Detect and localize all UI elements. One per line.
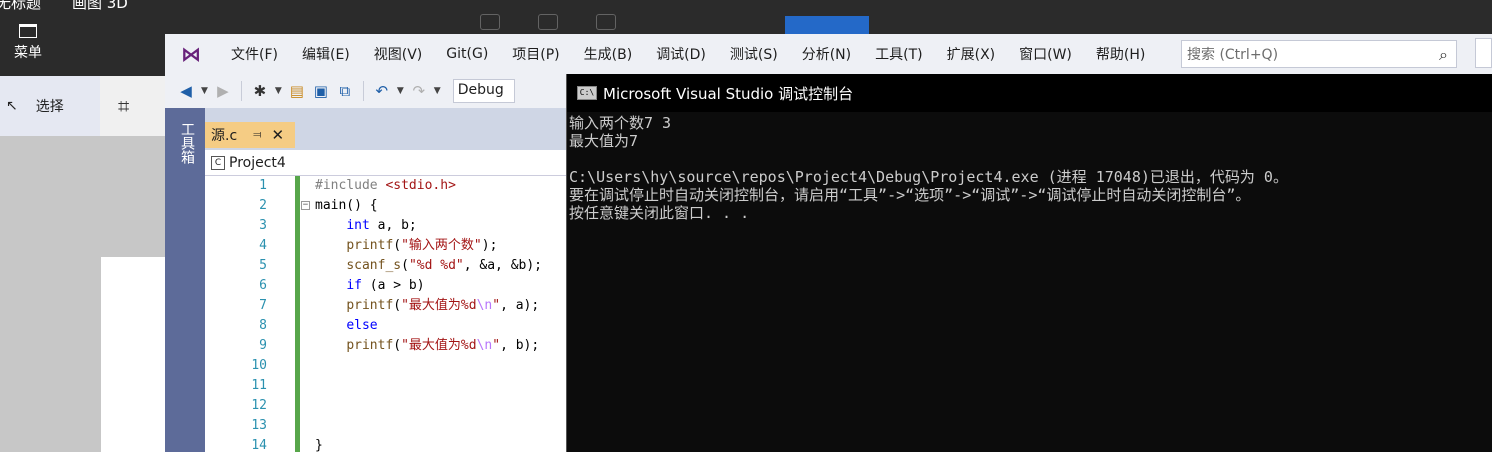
document-tab-strip: 源.c ⫤ ✕ bbox=[205, 120, 567, 148]
menu-tools[interactable]: 工具(T) bbox=[863, 44, 934, 64]
window-control[interactable] bbox=[1475, 38, 1492, 68]
forward-icon[interactable]: ▶ bbox=[214, 82, 232, 100]
code-line: 12 bbox=[251, 398, 267, 413]
select-label: 选择 bbox=[35, 99, 64, 115]
menu-build[interactable]: 生成(B) bbox=[572, 44, 645, 64]
paint-tab-app[interactable]: 画图 3D bbox=[72, 0, 128, 13]
toolbar-divider bbox=[362, 81, 364, 101]
stickers-icon[interactable] bbox=[596, 14, 616, 30]
menu-analyze[interactable]: 分析(N) bbox=[790, 44, 863, 64]
console-titlebar[interactable]: C:\ Microsoft Visual Studio 调试控制台 bbox=[567, 74, 1492, 112]
chevron-down-icon[interactable]: ▼ bbox=[397, 86, 404, 96]
code-line: 9 printf("最大值为%d\n", b); bbox=[259, 338, 540, 353]
vs-toolbar: ◀ ▼ ▶ ✱ ▼ ▤ ▣ ⧉ ↶ ▼ ↷ ▼ Debug bbox=[165, 74, 567, 108]
redo-icon[interactable]: ↷ bbox=[410, 82, 428, 100]
select-tool[interactable]: ↖ 选择 bbox=[0, 76, 100, 136]
menu-help[interactable]: 帮助(H) bbox=[1084, 44, 1157, 64]
console-line: C:\Users\hy\source\repos\Project4\Debug\… bbox=[569, 168, 1288, 186]
chevron-down-icon[interactable]: ▼ bbox=[201, 86, 208, 96]
console-line: 最大值为7 bbox=[569, 132, 639, 150]
collapse-icon[interactable]: − bbox=[301, 201, 310, 210]
console-line: 按任意键关闭此窗口. . . bbox=[569, 204, 750, 222]
search-placeholder: 搜索 (Ctrl+Q) bbox=[1187, 47, 1279, 63]
paint-tool-row: ↖ 选择 ⌗ bbox=[0, 76, 165, 136]
code-line: 10 bbox=[251, 358, 267, 373]
code-line: 8 else bbox=[259, 318, 378, 333]
search-icon: ⌕ bbox=[1439, 45, 1448, 64]
debug-console-window[interactable]: C:\ Microsoft Visual Studio 调试控制台 输入两个数7… bbox=[566, 74, 1492, 452]
menu-window[interactable]: 窗口(W) bbox=[1007, 44, 1084, 64]
menu-git[interactable]: Git(G) bbox=[434, 46, 500, 62]
menu-edit[interactable]: 编辑(E) bbox=[290, 44, 362, 64]
paint-canvas[interactable] bbox=[101, 257, 165, 452]
open-folder-icon[interactable]: ▤ bbox=[288, 82, 306, 100]
undo-icon[interactable]: ↶ bbox=[373, 82, 391, 100]
document-tab-label: 源.c bbox=[211, 128, 238, 144]
menu-project[interactable]: 项目(P) bbox=[500, 44, 571, 64]
close-icon[interactable]: ✕ bbox=[271, 126, 284, 144]
console-line: 输入两个数7 3 bbox=[569, 114, 672, 132]
menu-view[interactable]: 视图(V) bbox=[362, 44, 435, 64]
code-line: 5 scanf_s("%d %d", &a, &b); bbox=[259, 258, 543, 273]
folder-icon bbox=[19, 24, 37, 38]
pin-icon[interactable]: ⫤ bbox=[253, 128, 261, 142]
save-all-icon[interactable]: ⧉ bbox=[336, 82, 354, 100]
new-project-icon[interactable]: ✱ bbox=[251, 82, 269, 100]
project-name: Project4 bbox=[229, 154, 286, 171]
menu-extensions[interactable]: 扩展(X) bbox=[935, 44, 1008, 64]
visual-studio-logo-icon[interactable]: ⋈ bbox=[177, 43, 205, 65]
solution-configuration-select[interactable]: Debug bbox=[452, 79, 515, 103]
paint-toolbar bbox=[480, 14, 616, 30]
code-line: 4 printf("输入两个数"); bbox=[259, 238, 498, 253]
code-line: 6 if (a > b) bbox=[259, 278, 425, 293]
menu-test[interactable]: 测试(S) bbox=[718, 44, 790, 64]
cursor-icon: ↖ bbox=[6, 98, 18, 114]
chevron-down-icon[interactable]: ▼ bbox=[434, 86, 441, 96]
console-app-icon: C:\ bbox=[577, 86, 597, 100]
brush-icon[interactable] bbox=[480, 14, 500, 30]
menu-debug[interactable]: 调试(D) bbox=[644, 44, 718, 64]
toolbox-tab[interactable]: 工具箱 bbox=[177, 122, 195, 164]
shapes-icon[interactable] bbox=[538, 14, 558, 30]
console-line: 要在调试停止时自动关闭控制台，请启用“工具”->“选项”->“调试”->“调试停… bbox=[569, 186, 1251, 204]
crop-icon[interactable]: ⌗ bbox=[118, 94, 129, 118]
paint-menu-button[interactable]: 菜单 bbox=[8, 24, 48, 62]
menu-file[interactable]: 文件(F) bbox=[219, 44, 290, 64]
back-icon[interactable]: ◀ bbox=[177, 82, 195, 100]
code-line: 3 int a, b; bbox=[259, 218, 417, 233]
code-line: 11 bbox=[251, 378, 267, 393]
code-line: 1 #include <stdio.h> bbox=[259, 178, 456, 193]
save-icon[interactable]: ▣ bbox=[312, 82, 330, 100]
code-line: 7 printf("最大值为%d\n", a); bbox=[259, 298, 540, 313]
code-line: 2− main() { bbox=[259, 198, 378, 213]
toolbar-divider bbox=[240, 81, 242, 101]
toolbox-sidebar: 工具箱 bbox=[165, 108, 205, 452]
code-line: 13 bbox=[251, 418, 267, 433]
code-line: 14} bbox=[251, 438, 323, 452]
paint-menu-label: 菜单 bbox=[14, 45, 42, 61]
console-output: 输入两个数7 3 最大值为7 C:\Users\hy\source\repos\Pr… bbox=[569, 114, 1492, 222]
project-navigation-bar[interactable]: C Project4 bbox=[205, 150, 567, 176]
code-editor[interactable]: 1 #include <stdio.h> 2− main() { 3 int a, … bbox=[205, 176, 567, 452]
document-tab[interactable]: 源.c ⫤ ✕ bbox=[205, 122, 295, 148]
console-title: Microsoft Visual Studio 调试控制台 bbox=[603, 84, 854, 103]
search-input[interactable]: 搜索 (Ctrl+Q) ⌕ bbox=[1181, 40, 1457, 68]
project-icon: C bbox=[211, 155, 225, 170]
paint-tab-untitled[interactable]: 无标题 bbox=[0, 0, 41, 13]
paint-canvas-tab[interactable] bbox=[785, 16, 869, 36]
chevron-down-icon[interactable]: ▼ bbox=[275, 86, 282, 96]
